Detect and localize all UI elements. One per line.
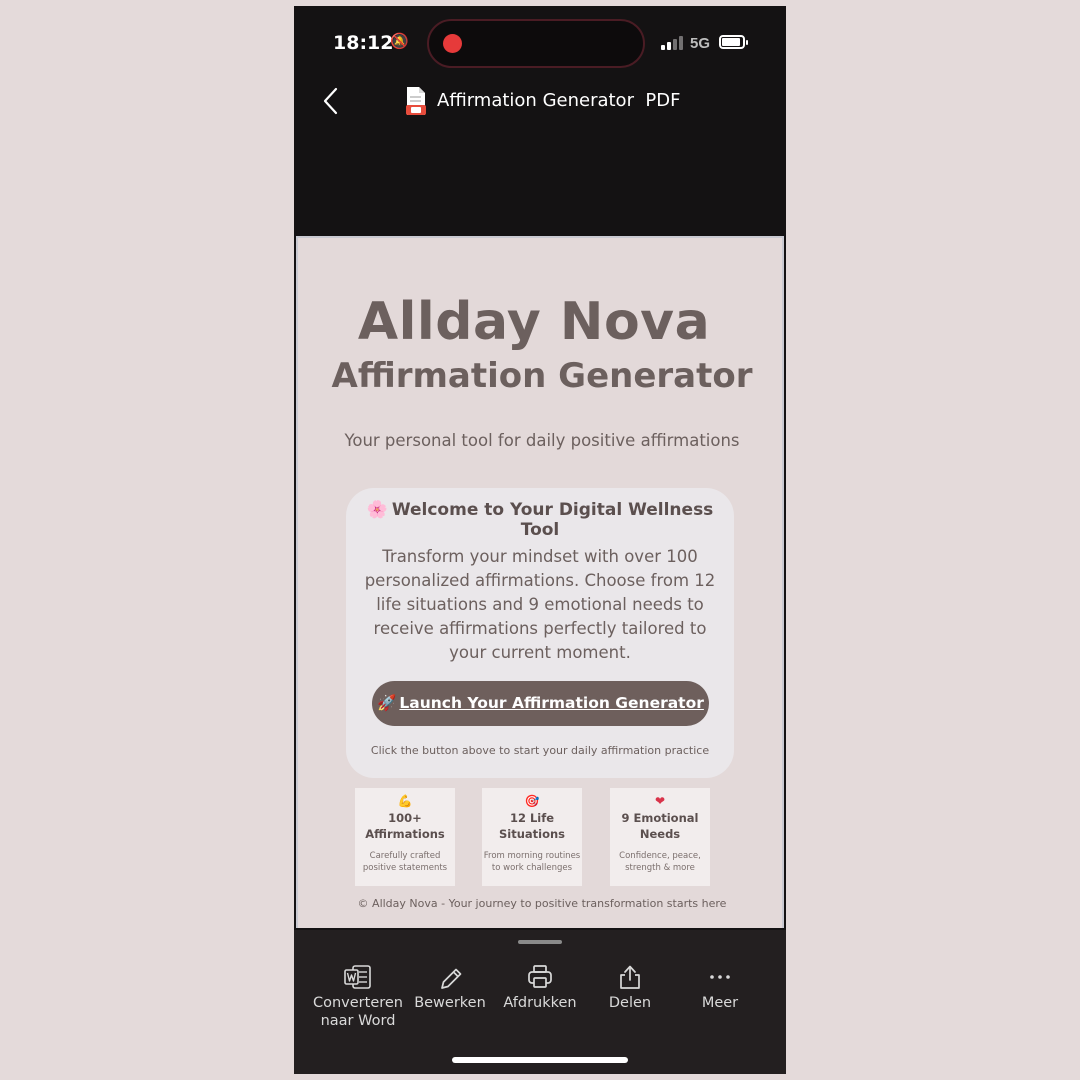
rocket-icon: 🚀: [377, 694, 397, 712]
signal-icon: [661, 36, 683, 50]
status-time: 18:12: [333, 32, 394, 54]
chevron-left-icon: [323, 87, 338, 115]
word-icon: [344, 965, 371, 989]
document-title: Affirmation Generator PDF: [437, 90, 681, 111]
phone-screen: 18:12 🔕 5G Affirmation Generator PDF All…: [294, 6, 786, 1074]
toolbar-label: Afdrukken: [503, 995, 577, 1011]
feature-card-affirmations: 💪 100+ Affirmations Carefully crafted po…: [355, 788, 455, 886]
print-button[interactable]: Afdrukken: [492, 964, 588, 1012]
brand-title: Allday Nova: [357, 292, 711, 352]
feature-title: 100+ Affirmations: [365, 811, 445, 841]
toolbar-label: Delen: [608, 995, 652, 1011]
share-button[interactable]: Delen: [582, 964, 678, 1012]
share-icon: [620, 965, 640, 989]
feature-description: From morning routines to work challenges: [483, 851, 581, 873]
sheet-grabber[interactable]: [518, 940, 562, 944]
welcome-card-title: 🌸 Welcome to Your Digital Wellness Tool: [366, 500, 714, 540]
feature-title: 12 Life Situations: [498, 811, 566, 841]
heart-icon: ❤: [654, 794, 666, 808]
page-heading: Affirmation Generator: [331, 356, 753, 396]
silent-bell-icon: 🔕: [390, 33, 409, 50]
pencil-icon: [441, 968, 462, 989]
feature-card-emotional-needs: ❤ 9 Emotional Needs Confidence, peace, s…: [610, 788, 710, 886]
home-indicator[interactable]: [452, 1057, 628, 1063]
target-icon: 🎯: [524, 794, 540, 808]
more-button[interactable]: Meer: [672, 964, 768, 1012]
launch-hint: Click the button above to start your dai…: [370, 744, 710, 757]
network-label: 5G: [690, 35, 711, 52]
flower-icon: 🌸: [366, 500, 388, 520]
status-bar: 18:12 🔕 5G: [294, 6, 786, 80]
page-footer: © Allday Nova - Your journey to positive…: [357, 897, 727, 910]
launch-button-label: Launch Your Affirmation Generator: [399, 694, 704, 712]
convert-to-word-button[interactable]: Converteren naar Word: [310, 964, 406, 1030]
edit-button[interactable]: Bewerken: [402, 964, 498, 1012]
toolbar-label: Meer: [701, 995, 739, 1011]
toolbar-label: Converteren naar Word: [312, 995, 403, 1029]
battery-icon: [719, 35, 748, 49]
printer-icon: [528, 965, 552, 988]
recording-dot-icon: [443, 34, 462, 53]
dynamic-island[interactable]: [427, 19, 645, 68]
launch-generator-button[interactable]: 🚀 Launch Your Affirmation Generator: [372, 681, 709, 726]
more-icon: [710, 975, 730, 979]
toolbar-label: Bewerken: [414, 995, 486, 1011]
welcome-card: 🌸 Welcome to Your Digital Wellness Tool T…: [346, 488, 734, 778]
feature-description: Confidence, peace, strength & more: [619, 851, 701, 873]
back-button[interactable]: [316, 86, 346, 116]
pdf-file-icon: [406, 87, 426, 115]
pdf-page[interactable]: Allday Nova Affirmation Generator Your p…: [296, 236, 784, 928]
feature-card-life-situations: 🎯 12 Life Situations From morning routin…: [482, 788, 582, 886]
feature-description: Carefully crafted positive statements: [362, 851, 448, 873]
bottom-toolbar: Converteren naar Word Bewerken Afdrukken: [294, 930, 786, 1074]
flexed-biceps-icon: 💪: [397, 794, 413, 808]
feature-title: 9 Emotional Needs: [621, 811, 699, 841]
welcome-card-body: Transform your mindset with over 100 per…: [364, 547, 716, 662]
tagline: Your personal tool for daily positive af…: [344, 431, 740, 450]
